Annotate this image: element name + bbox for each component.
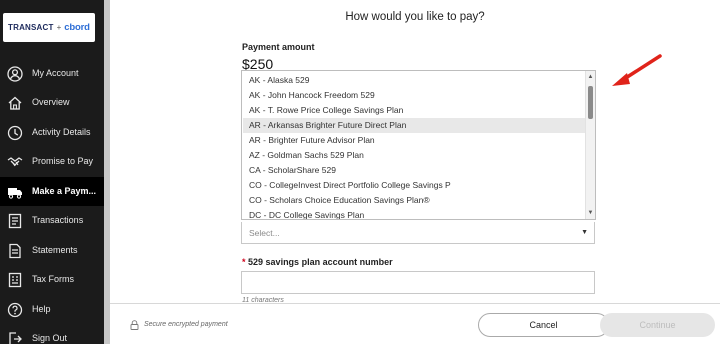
sidebar-item-label: Promise to Pay — [32, 156, 94, 166]
help-icon — [7, 302, 23, 318]
account-number-label-text: 529 savings plan account number — [248, 257, 393, 267]
plan-option-highlighted[interactable]: AR - Arkansas Brighter Future Direct Pla… — [243, 118, 586, 133]
sidebar-item-label: My Account — [32, 68, 79, 78]
sidebar-item-tax-forms[interactable]: Tax Forms — [0, 265, 104, 294]
brand-logo: TRANSACT + cbord — [3, 13, 95, 42]
brand-separator: + — [56, 23, 62, 32]
plan-option[interactable]: CO - CollegeInvest Direct Portfolio Coll… — [243, 178, 586, 193]
select-placeholder: Select... — [249, 228, 280, 238]
plan-option[interactable]: AZ - Goldman Sachs 529 Plan — [243, 148, 586, 163]
required-marker: * — [242, 257, 246, 267]
sidebar-item-promise-to-pay[interactable]: Promise to Pay — [0, 147, 104, 176]
receipt-icon — [7, 213, 23, 229]
sidebar-item-label: Transactions — [32, 215, 84, 225]
savings-plan-select[interactable]: Select... ▼ — [241, 222, 595, 244]
sidebar-item-help[interactable]: Help — [0, 295, 104, 324]
sidebar-item-label: Overview — [32, 97, 70, 107]
plan-option[interactable]: AK - T. Rowe Price College Savings Plan — [243, 103, 586, 118]
sidebar-item-label: Statements — [32, 245, 78, 255]
continue-button[interactable]: Continue — [600, 313, 715, 337]
brand-cbord: cbord — [64, 22, 90, 33]
plan-option[interactable]: CO - Scholars Choice Education Savings P… — [243, 193, 586, 208]
cancel-button[interactable]: Cancel — [478, 313, 609, 337]
sidebar-item-sign-out[interactable]: Sign Out — [0, 324, 104, 344]
sidebar-item-transactions[interactable]: Transactions — [0, 206, 104, 235]
lock-icon — [130, 320, 139, 330]
sidebar-nav: TRANSACT + cbord My Account Overview Act… — [0, 0, 104, 344]
scroll-down-icon[interactable]: ▼ — [586, 208, 595, 218]
listbox-scrollbar[interactable]: ▲ ▼ — [585, 71, 595, 219]
handshake-icon — [7, 154, 23, 170]
clock-icon — [7, 125, 23, 141]
sidebar-item-label: Activity Details — [32, 127, 91, 137]
sidebar-item-label: Make a Paym... — [32, 186, 97, 196]
brand-transact: TRANSACT — [8, 23, 54, 32]
sidebar-item-label: Help — [32, 304, 51, 314]
sidebar-item-activity-details[interactable]: Activity Details — [0, 118, 104, 147]
annotation-arrow-icon — [612, 54, 662, 86]
payment-amount-label: Payment amount — [242, 42, 315, 52]
sidebar-item-overview[interactable]: Overview — [0, 88, 104, 117]
chevron-down-icon: ▼ — [581, 229, 588, 236]
sidebar-item-make-a-payment[interactable]: Make a Paym... — [0, 177, 104, 206]
plan-option[interactable]: AK - John Hancock Freedom 529 — [243, 88, 586, 103]
plan-option[interactable]: AR - Brighter Future Advisor Plan — [243, 133, 586, 148]
account-number-field[interactable] — [241, 271, 595, 294]
sign-out-icon — [7, 331, 23, 344]
scrollbar-thumb[interactable] — [588, 86, 593, 119]
plan-option[interactable]: AK - Alaska 529 — [243, 73, 586, 88]
secure-payment-text: Secure encrypted payment — [144, 321, 228, 328]
home-icon — [7, 95, 23, 111]
sidebar-item-label: Tax Forms — [32, 274, 75, 284]
sidebar-item-label: Sign Out — [32, 333, 68, 343]
document-icon — [7, 243, 23, 259]
sidebar-item-statements[interactable]: Statements — [0, 236, 104, 265]
truck-icon — [7, 184, 23, 200]
dialog-footer: Secure encrypted payment Cancel Continue — [110, 303, 720, 344]
form-icon — [7, 272, 23, 288]
account-number-label: * 529 savings plan account number — [242, 257, 393, 267]
dialog-title: How would you like to pay? — [345, 11, 485, 23]
savings-plan-listbox[interactable]: AK - Alaska 529 AK - John Hancock Freedo… — [241, 70, 596, 220]
plan-option[interactable]: CA - ScholarShare 529 — [243, 163, 586, 178]
sidebar-item-my-account[interactable]: My Account — [0, 59, 104, 88]
account-icon — [7, 66, 23, 82]
sidebar-divider — [104, 0, 110, 344]
plan-option[interactable]: DC - DC College Savings Plan — [243, 208, 586, 219]
scroll-up-icon[interactable]: ▲ — [586, 72, 595, 82]
